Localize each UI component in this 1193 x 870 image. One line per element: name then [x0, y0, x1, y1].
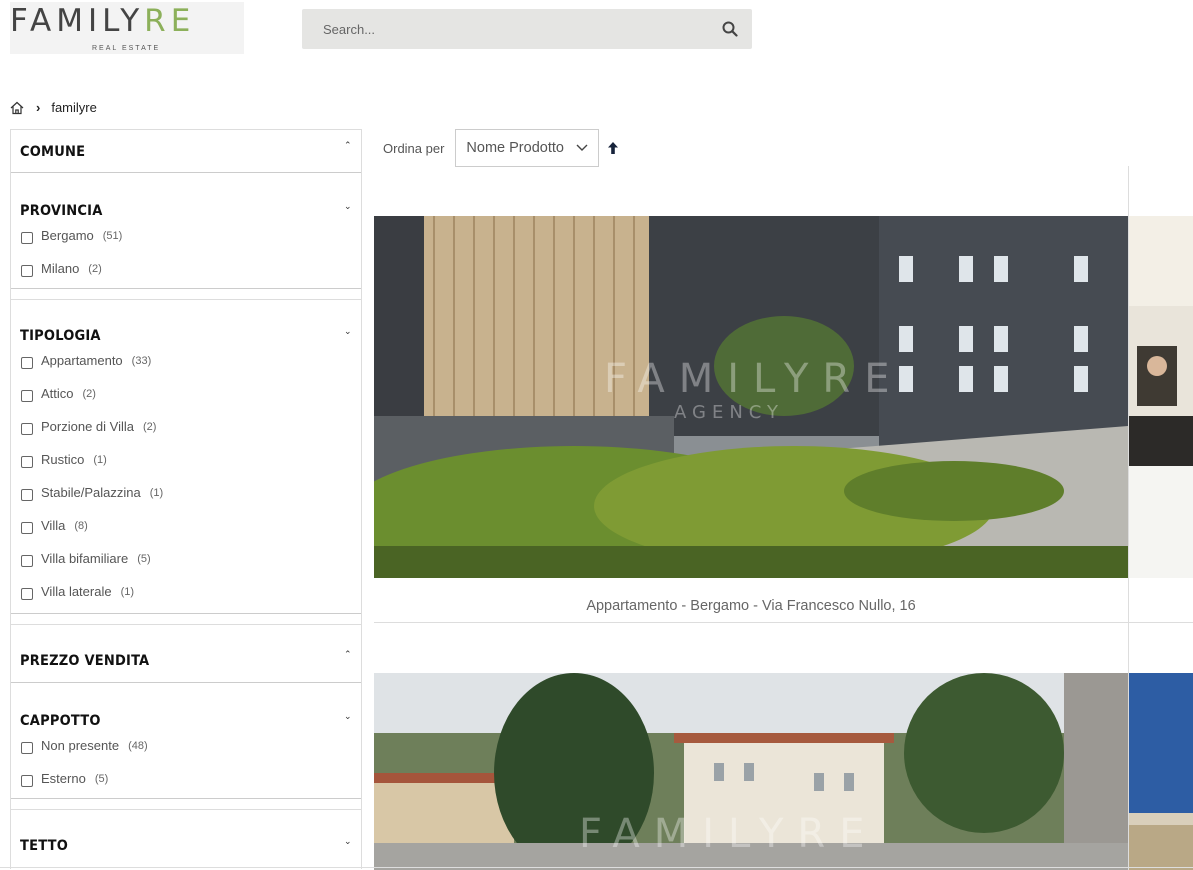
chevron-down-icon — [576, 144, 588, 151]
sort-bar: Ordina per Nome Prodotto — [383, 129, 619, 167]
filter-option-milano[interactable]: Milano (2) — [11, 252, 361, 285]
product-image[interactable] — [1129, 216, 1193, 578]
filter-option-villa-laterale[interactable]: Villa laterale (1) — [11, 575, 361, 608]
product-caption[interactable]: Appartamento - Bergamo - Via Francesco N… — [374, 598, 1128, 614]
filter-title-tipologia[interactable]: TIPOLOGIA — [11, 300, 361, 344]
checkbox[interactable] — [21, 488, 33, 501]
sort-select[interactable]: Nome Prodotto — [455, 129, 600, 167]
checkbox[interactable] — [21, 554, 33, 567]
product-image[interactable]: FAMILYRE — [374, 673, 1128, 870]
collapse-toggle-icon[interactable]: ⌄ — [344, 711, 352, 721]
filter-comune: COMUNE ⌃ — [11, 129, 361, 173]
filter-title-cappotto[interactable]: CAPPOTTO — [11, 683, 361, 729]
filter-title-tetto[interactable]: TETTO — [11, 810, 361, 854]
filter-tipologia: TIPOLOGIA ⌄ Appartamento (33) Attico (2) P… — [11, 299, 361, 614]
filter-sidebar: COMUNE ⌃ PROVINCIA ⌄ Bergamo (51) Milano(… — [10, 129, 362, 869]
sort-ascending-arrow-icon[interactable] — [607, 141, 619, 155]
interior-photo — [1129, 216, 1193, 578]
filter-prezzo-vendita: PREZZO VENDITA ⌃ — [11, 624, 361, 683]
collapse-toggle-icon[interactable]: ⌄ — [344, 836, 352, 846]
watermark-sub: AGENCY — [674, 402, 785, 423]
search-input[interactable] — [302, 9, 702, 49]
filter-option-porzione-di-villa[interactable]: Porzione di Villa (2) — [11, 410, 361, 443]
filter-option-esterno[interactable]: Esterno (5) — [11, 762, 361, 795]
filter-option-bergamo[interactable]: Bergamo (51) — [11, 219, 361, 252]
collapse-toggle-icon[interactable]: ⌃ — [344, 140, 352, 150]
checkbox[interactable] — [21, 521, 33, 534]
checkbox[interactable] — [21, 389, 33, 402]
filter-title-prezzo[interactable]: PREZZO VENDITA — [11, 625, 361, 669]
filter-option-stabile-palazzina[interactable]: Stabile/Palazzina (1) — [11, 476, 361, 509]
logo[interactable]: FAMILYRE REAL ESTATE — [10, 2, 244, 54]
sort-label: Ordina per — [383, 140, 445, 156]
checkbox[interactable] — [21, 774, 33, 787]
filter-option-villa-bifamiliare[interactable]: Villa bifamiliare (5) — [11, 542, 361, 575]
filter-provincia: PROVINCIA ⌄ Bergamo (51) Milano (2) — [11, 173, 361, 289]
search-icon[interactable] — [722, 21, 738, 37]
filter-option-non-presente[interactable]: Non presente (48) — [11, 729, 361, 762]
filter-cappotto: CAPPOTTO ⌄ Non presente (48) Esterno (5) — [11, 683, 361, 799]
collapse-toggle-icon[interactable]: ⌃ — [344, 649, 352, 659]
filter-title-provincia[interactable]: PROVINCIA — [11, 173, 361, 219]
collapse-toggle-icon[interactable]: ⌄ — [344, 326, 352, 336]
filter-option-attico[interactable]: Attico (2) — [11, 377, 361, 410]
home-icon[interactable] — [10, 101, 24, 115]
checkbox[interactable] — [21, 587, 33, 600]
collapse-toggle-icon[interactable]: ⌄ — [344, 201, 352, 211]
breadcrumb-current: familyre — [51, 100, 97, 115]
checkbox[interactable] — [21, 231, 33, 244]
logo-wordmark: FAMILYRE — [10, 3, 196, 39]
row-divider — [374, 622, 1193, 623]
checkbox[interactable] — [21, 422, 33, 435]
chevron-right-icon: › — [36, 100, 41, 115]
sky-photo — [1129, 673, 1193, 870]
filter-option-appartamento[interactable]: Appartamento (33) — [11, 344, 361, 377]
checkbox[interactable] — [21, 356, 33, 369]
logo-tagline: REAL ESTATE — [92, 45, 161, 52]
filter-option-villa[interactable]: Villa (8) — [11, 509, 361, 542]
page-bottom-border — [0, 867, 1193, 868]
product-image[interactable] — [1129, 673, 1193, 870]
checkbox[interactable] — [21, 264, 33, 277]
product-image[interactable]: FAMILYRE AGENCY — [374, 216, 1128, 578]
checkbox[interactable] — [21, 741, 33, 754]
checkbox[interactable] — [21, 455, 33, 468]
filter-option-rustico[interactable]: Rustico (1) — [11, 443, 361, 476]
filter-title-comune[interactable]: COMUNE — [11, 130, 361, 160]
watermark: FAMILYRE — [579, 811, 879, 857]
filter-tetto: TETTO ⌄ — [11, 809, 361, 869]
search-bar — [302, 9, 752, 49]
watermark: FAMILYRE — [604, 356, 904, 402]
breadcrumb: › familyre — [10, 100, 97, 115]
